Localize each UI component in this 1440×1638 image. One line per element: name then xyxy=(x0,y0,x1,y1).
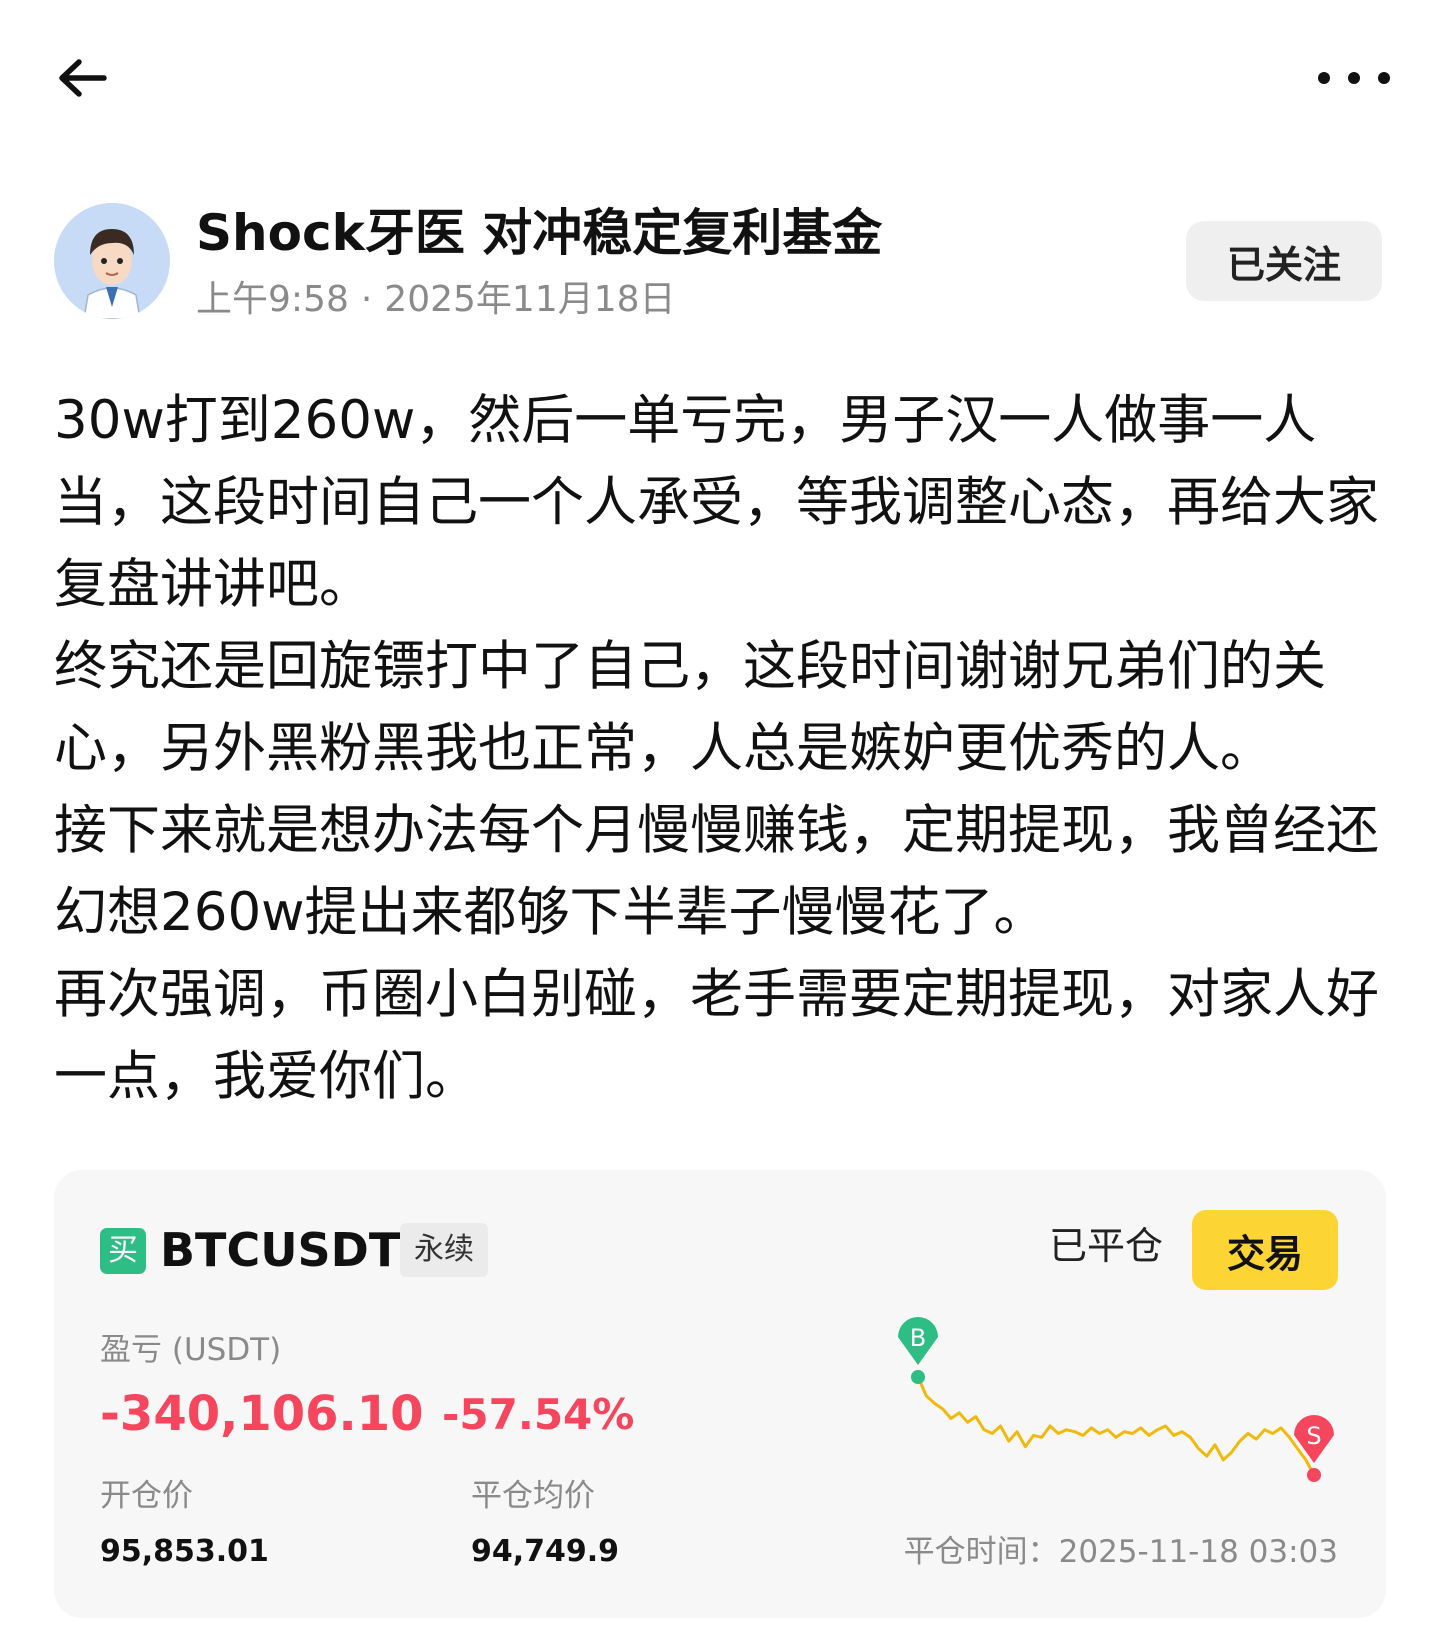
open-price-label: 开仓价 xyxy=(100,1478,193,1514)
post-paragraph: 30w打到260w，然后一单亏完，男子汉一人做事一人当，这段时间自己一个人承受，… xyxy=(54,390,1379,615)
author-name[interactable]: Shock牙医 对冲稳定复利基金 xyxy=(196,203,882,263)
open-price-value: 95,853.01 xyxy=(100,1534,269,1569)
post-time: 上午9:58 xyxy=(196,279,349,320)
post-date: 2025年11月18日 xyxy=(384,279,676,320)
close-avg-label: 平仓均价 xyxy=(471,1478,595,1514)
close-time-value: 2025-11-18 03:03 xyxy=(1058,1534,1338,1570)
close-time: 平仓时间：2025-11-18 03:03 xyxy=(904,1530,1338,1574)
close-avg-value: 94,749.9 xyxy=(471,1534,620,1569)
avatar[interactable] xyxy=(54,203,170,319)
contract-type-tag: 永续 xyxy=(400,1223,488,1277)
buy-marker-label: B xyxy=(910,1324,926,1352)
buy-point xyxy=(911,1370,925,1384)
separator-dot: · xyxy=(360,279,373,320)
post-timestamp: 上午9:58 · 2025年11月18日 xyxy=(196,277,676,323)
post-paragraph: 终究还是回旋镖打中了自己，这段时间谢谢兄弟们的关心，另外黑粉黑我也正常，人总是嫉… xyxy=(54,636,1326,779)
sell-marker: S xyxy=(1294,1415,1334,1482)
trade-button[interactable]: 交易 xyxy=(1192,1210,1338,1290)
following-button[interactable]: 已关注 xyxy=(1186,221,1382,301)
price-chart: B S xyxy=(898,1317,1334,1482)
post-paragraph: 接下来就是想办法每个月慢慢赚钱，定期提现，我曾经还幻想260w提出来都够下半辈子… xyxy=(54,800,1379,943)
price-line xyxy=(916,1376,1316,1476)
post-paragraph: 再次强调，币圈小白别碰，老手需要定期提现，对家人好一点，我爱你们。 xyxy=(54,964,1379,1107)
position-status: 已平仓 xyxy=(1049,1224,1164,1268)
post-body: 30w打到260w，然后一单亏完，男子汉一人做事一人当，这段时间自己一个人承受，… xyxy=(54,380,1390,1118)
trade-card[interactable]: 买 BTCUSDT 永续 已平仓 交易 盈亏 (USDT) -340,106.1… xyxy=(54,1170,1386,1618)
buy-badge: 买 xyxy=(100,1228,146,1274)
pnl-value: -340,106.10 xyxy=(100,1386,424,1442)
buy-marker: B xyxy=(898,1317,938,1384)
pnl-percent: -57.54% xyxy=(442,1390,635,1439)
arrow-left-icon[interactable] xyxy=(50,50,114,114)
sell-marker-label: S xyxy=(1306,1422,1321,1450)
cartoon-dentist-avatar-icon xyxy=(54,203,170,319)
more-horizontal-icon[interactable] xyxy=(1316,50,1392,114)
close-time-label: 平仓时间： xyxy=(903,1534,1059,1570)
sell-point xyxy=(1307,1468,1321,1482)
pnl-label: 盈亏 (USDT) xyxy=(100,1332,282,1368)
symbol-name: BTCUSDT xyxy=(160,1223,401,1277)
